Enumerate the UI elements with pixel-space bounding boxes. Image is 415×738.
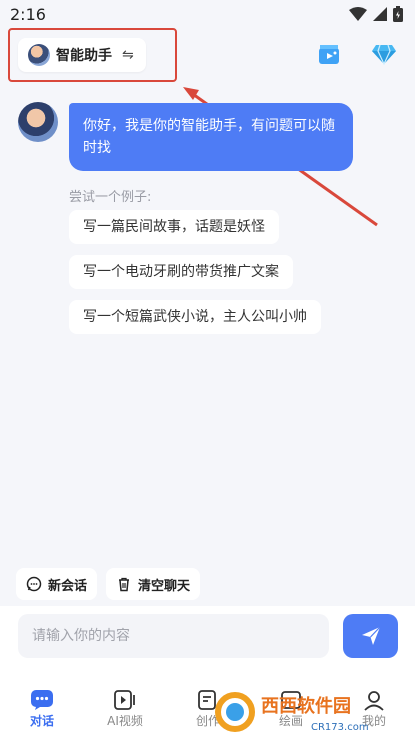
assistant-chat-avatar <box>18 102 58 142</box>
tab-chat[interactable]: 对话 <box>12 688 72 729</box>
chat-tab-icon <box>31 690 53 710</box>
input-area <box>0 606 415 668</box>
status-icons <box>349 6 403 22</box>
status-time: 2:16 <box>10 5 46 24</box>
top-actions <box>317 42 397 66</box>
clear-chat-button[interactable]: 清空聊天 <box>106 568 201 600</box>
message-input[interactable] <box>18 614 329 658</box>
clear-chat-label: 清空聊天 <box>138 578 191 594</box>
watermark-sub: CR173.com <box>311 722 369 733</box>
new-chat-button[interactable]: 新会话 <box>16 568 98 600</box>
signal-icon <box>373 7 387 21</box>
watermark-logo: 西西软件园 CR173.com <box>215 692 369 733</box>
examples-title: 尝试一个例子: <box>69 190 152 205</box>
diamond-icon[interactable] <box>371 42 397 66</box>
video-clapper-icon[interactable] <box>317 42 341 66</box>
watermark-text: 西西软件园 <box>261 695 351 717</box>
example-prompt[interactable]: 写一个电动牙刷的带货推广文案 <box>69 255 293 289</box>
battery-icon <box>393 6 403 22</box>
status-bar: 2:16 <box>0 0 415 30</box>
send-button[interactable] <box>343 614 398 658</box>
chat-bubble-icon <box>26 576 42 592</box>
wifi-icon <box>349 7 367 21</box>
greeting-bubble: 你好，我是你的智能助手，有问题可以随时找 <box>69 103 353 171</box>
tab-ai-video[interactable]: AI视频 <box>95 688 155 729</box>
tab-label: AI视频 <box>107 714 143 728</box>
tab-label: 对话 <box>29 714 54 728</box>
example-prompt[interactable]: 写一个短篇武侠小说，主人公叫小帅 <box>69 300 321 334</box>
trash-icon <box>119 577 129 592</box>
annotation-highlight-box <box>8 28 177 82</box>
video-play-icon <box>114 690 135 710</box>
new-chat-label: 新会话 <box>48 578 88 594</box>
example-prompt[interactable]: 写一篇民间故事，话题是妖怪 <box>69 210 279 244</box>
send-icon <box>361 626 380 645</box>
